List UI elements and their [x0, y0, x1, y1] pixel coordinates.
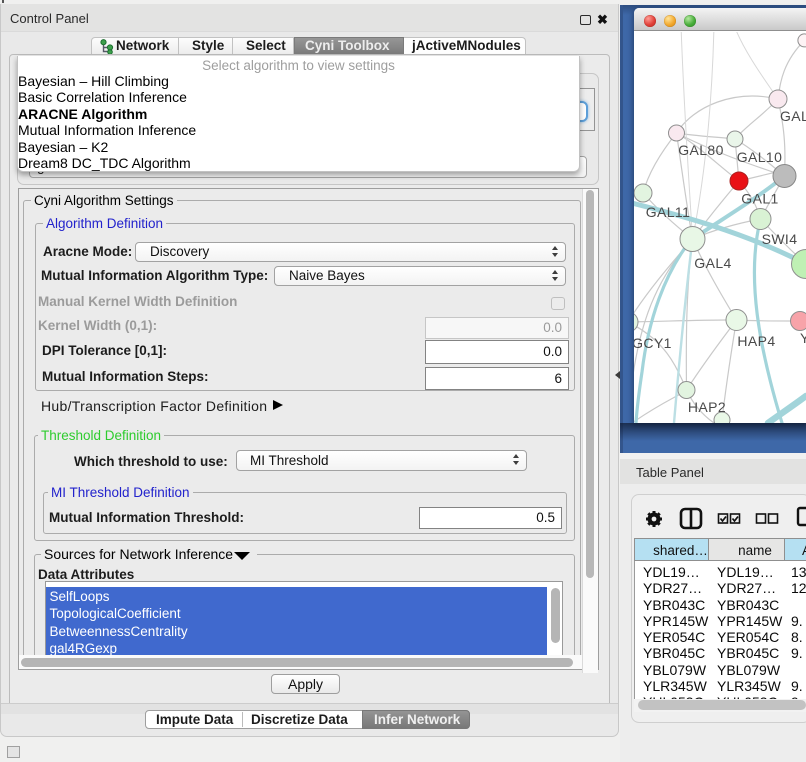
- svg-text:HAP4: HAP4: [737, 333, 775, 349]
- svg-text:HAP2: HAP2: [688, 399, 726, 415]
- svg-text:GAL11: GAL11: [646, 204, 691, 220]
- svg-text:Y: Y: [800, 330, 806, 346]
- svg-text:GCY1: GCY1: [634, 335, 672, 351]
- svg-text:GAL80: GAL80: [678, 142, 724, 158]
- svg-text:GAL4: GAL4: [694, 255, 731, 271]
- svg-text:GAL1: GAL1: [741, 191, 778, 207]
- svg-text:GAL10: GAL10: [737, 149, 783, 165]
- svg-text:SWI4: SWI4: [762, 231, 798, 247]
- svg-text:GAL: GAL: [780, 108, 806, 124]
